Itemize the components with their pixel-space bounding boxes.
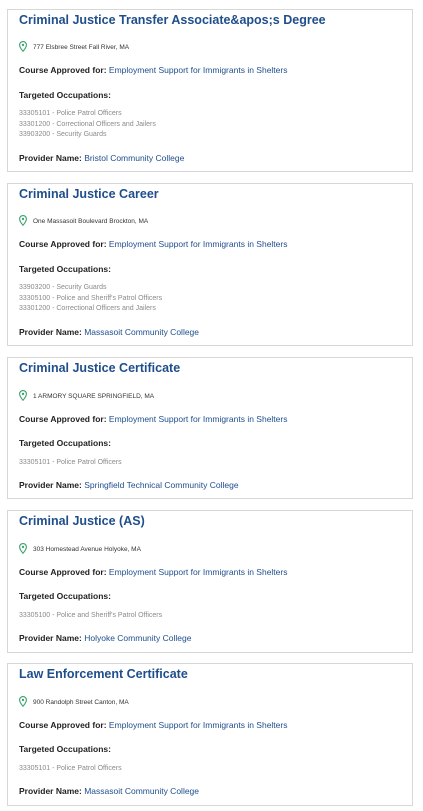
address-text: 900 Randolph Street Canton, MA [33, 699, 129, 706]
provider-label: Provider Name: [19, 327, 82, 337]
location-pin-icon [19, 41, 33, 54]
provider-link[interactable]: Massasoit Community College [84, 786, 199, 796]
course-title-link[interactable]: Criminal Justice Transfer Associate&apos… [19, 13, 326, 27]
address-text: 1 ARMORY SQUARE SPRINGFIELD, MA [33, 393, 155, 400]
course-card: Criminal Justice (AS) 303 Homestead Aven… [7, 510, 413, 653]
course-approved-label: Course Approved for: [19, 65, 107, 75]
course-approved-label: Course Approved for: [19, 239, 107, 249]
provider-label: Provider Name: [19, 480, 82, 490]
occupation-list: 33305101 - Police Patrol Officers [19, 764, 122, 775]
provider-link[interactable]: Bristol Community College [84, 153, 184, 163]
course-approved-link[interactable]: Employment Support for Immigrants in She… [109, 239, 288, 249]
course-title-link[interactable]: Law Enforcement Certificate [19, 667, 188, 681]
occupation-item: 33301200 - Correctional Officers and Jai… [19, 305, 156, 312]
course-card: Criminal Justice Career One Massasoit Bo… [7, 183, 413, 346]
provider-row: Provider Name: Holyoke Community College [19, 633, 191, 643]
course-approved-label: Course Approved for: [19, 720, 107, 730]
address-row: 303 Homestead Avenue Holyoke, MA [19, 543, 141, 556]
occupation-item: 33305101 - Police Patrol Officers [19, 459, 122, 466]
course-approved-link[interactable]: Employment Support for Immigrants in She… [109, 414, 288, 424]
course-approved-row: Course Approved for: Employment Support … [19, 239, 287, 249]
provider-row: Provider Name: Massasoit Community Colle… [19, 786, 199, 796]
address-row: 1 ARMORY SQUARE SPRINGFIELD, MA [19, 390, 154, 403]
course-approved-link[interactable]: Employment Support for Immigrants in She… [109, 567, 288, 577]
address-text: One Massasoit Boulevard Brockton, MA [33, 218, 149, 225]
course-approved-link[interactable]: Employment Support for Immigrants in She… [109, 720, 288, 730]
provider-label: Provider Name: [19, 153, 82, 163]
occupation-list: 33305101 - Police Patrol Officers 333012… [19, 109, 156, 141]
address-row: 777 Elsbree Street Fall River, MA [19, 41, 129, 54]
location-pin-icon [19, 543, 33, 556]
occupation-list: 33305100 - Police and Sheriff's Patrol O… [19, 611, 162, 622]
provider-row: Provider Name: Springfield Technical Com… [19, 480, 239, 490]
occupation-item: 33903200 - Security Guards [19, 284, 107, 291]
course-approved-row: Course Approved for: Employment Support … [19, 720, 287, 730]
provider-link[interactable]: Springfield Technical Community College [84, 480, 238, 490]
provider-link[interactable]: Massasoit Community College [84, 327, 199, 337]
targeted-occupations-label: Targeted Occupations: [19, 744, 111, 754]
provider-link[interactable]: Holyoke Community College [84, 633, 191, 643]
occupation-item: 33305101 - Police Patrol Officers [19, 110, 122, 117]
address-row: One Massasoit Boulevard Brockton, MA [19, 215, 148, 228]
targeted-occupations-label: Targeted Occupations: [19, 264, 111, 274]
course-approved-link[interactable]: Employment Support for Immigrants in She… [109, 65, 288, 75]
location-pin-icon [19, 215, 33, 228]
location-pin-icon [19, 390, 33, 403]
course-card: Criminal Justice Certificate 1 ARMORY SQ… [7, 357, 413, 499]
occupation-item: 33305101 - Police Patrol Officers [19, 765, 122, 772]
occupation-item: 33903200 - Security Guards [19, 131, 107, 138]
course-title-link[interactable]: Criminal Justice Certificate [19, 361, 180, 375]
provider-row: Provider Name: Massasoit Community Colle… [19, 327, 199, 337]
occupation-list: 33903200 - Security Guards 33305100 - Po… [19, 283, 162, 315]
course-title-link[interactable]: Criminal Justice (AS) [19, 514, 145, 528]
targeted-occupations-label: Targeted Occupations: [19, 591, 111, 601]
targeted-occupations-label: Targeted Occupations: [19, 90, 111, 100]
occupation-item: 33305100 - Police and Sheriff's Patrol O… [19, 612, 163, 619]
course-approved-row: Course Approved for: Employment Support … [19, 65, 287, 75]
address-text: 777 Elsbree Street Fall River, MA [33, 44, 130, 51]
course-card: Criminal Justice Transfer Associate&apos… [7, 9, 413, 172]
course-approved-label: Course Approved for: [19, 414, 107, 424]
provider-label: Provider Name: [19, 633, 82, 643]
address-text: 303 Homestead Avenue Holyoke, MA [33, 546, 141, 553]
address-row: 900 Randolph Street Canton, MA [19, 696, 129, 709]
course-approved-label: Course Approved for: [19, 567, 107, 577]
course-approved-row: Course Approved for: Employment Support … [19, 414, 287, 424]
occupation-item: 33305100 - Police and Sheriff's Patrol O… [19, 294, 163, 302]
provider-label: Provider Name: [19, 786, 82, 796]
course-approved-row: Course Approved for: Employment Support … [19, 567, 287, 577]
course-title-link[interactable]: Criminal Justice Career [19, 187, 159, 201]
occupation-item: 33301200 - Correctional Officers and Jai… [19, 120, 156, 128]
targeted-occupations-label: Targeted Occupations: [19, 438, 111, 448]
course-card: Law Enforcement Certificate 900 Randolph… [7, 663, 413, 806]
location-pin-icon [19, 696, 33, 709]
provider-row: Provider Name: Bristol Community College [19, 153, 184, 163]
occupation-list: 33305101 - Police Patrol Officers [19, 458, 122, 469]
